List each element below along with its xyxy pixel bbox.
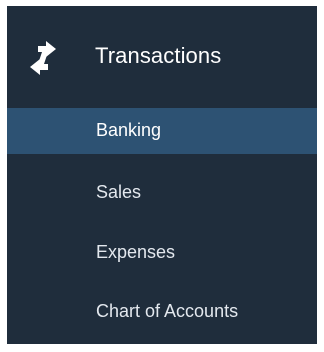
navigation-panel: Transactions Banking Sales Expenses Char… [7, 6, 317, 344]
transactions-arrows-icon [30, 41, 56, 75]
nav-section-transactions[interactable]: Transactions [7, 6, 317, 104]
nav-item-label: Chart of Accounts [96, 301, 239, 321]
nav-item-sales[interactable]: Sales [7, 170, 317, 216]
nav-item-label: Banking [96, 120, 162, 140]
nav-item-expenses[interactable]: Expenses [7, 230, 317, 276]
nav-item-label: Sales [96, 182, 142, 202]
nav-item-chart-of-accounts[interactable]: Chart of Accounts [7, 289, 317, 335]
nav-item-label: Expenses [96, 242, 176, 262]
nav-item-banking[interactable]: Banking [7, 108, 317, 154]
nav-section-title: Transactions [95, 43, 222, 68]
